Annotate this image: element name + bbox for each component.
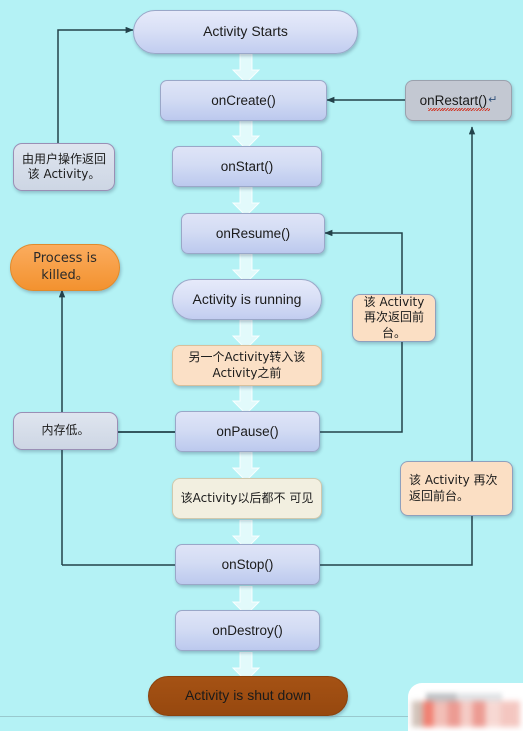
note-another-activity: 另一个Activity转入该Activity之前 (172, 345, 322, 386)
node-process-killed[interactable]: Process is killed。 (10, 244, 120, 291)
paragraph-mark-icon: ↵ (488, 94, 498, 107)
watermark-blur-band (412, 701, 520, 727)
wire-user-returns-to-start (57, 26, 134, 150)
note-return-foreground-lower: 该 Activity 再次返回前台。 (400, 461, 513, 516)
note-low-memory: 内存低。 (13, 412, 118, 450)
on-restart-label: onRestart() (419, 92, 488, 108)
node-on-create[interactable]: onCreate() (160, 80, 327, 121)
node-on-stop[interactable]: onStop() (175, 544, 320, 585)
note-not-visible: 该Activity以后都不 可见 (172, 478, 322, 519)
node-on-start[interactable]: onStart() (172, 146, 322, 187)
blurred-watermark (408, 683, 523, 731)
node-on-restart[interactable]: onRestart() ↵ (405, 80, 512, 121)
node-activity-running[interactable]: Activity is running (172, 279, 322, 320)
note-user-returns: 由用户操作返回该 Activity。 (13, 143, 115, 191)
node-on-pause[interactable]: onPause() (175, 411, 320, 452)
note-return-foreground-upper: 该 Activity 再次返回前台。 (352, 294, 436, 342)
page-edge-line (0, 716, 408, 717)
activity-lifecycle-diagram: Activity Starts onCreate() onStart() onR… (0, 0, 523, 731)
node-on-destroy[interactable]: onDestroy() (175, 610, 320, 651)
node-activity-starts[interactable]: Activity Starts (133, 10, 358, 54)
node-on-resume[interactable]: onResume() (181, 213, 325, 254)
node-activity-shut-down[interactable]: Activity is shut down (148, 676, 348, 716)
